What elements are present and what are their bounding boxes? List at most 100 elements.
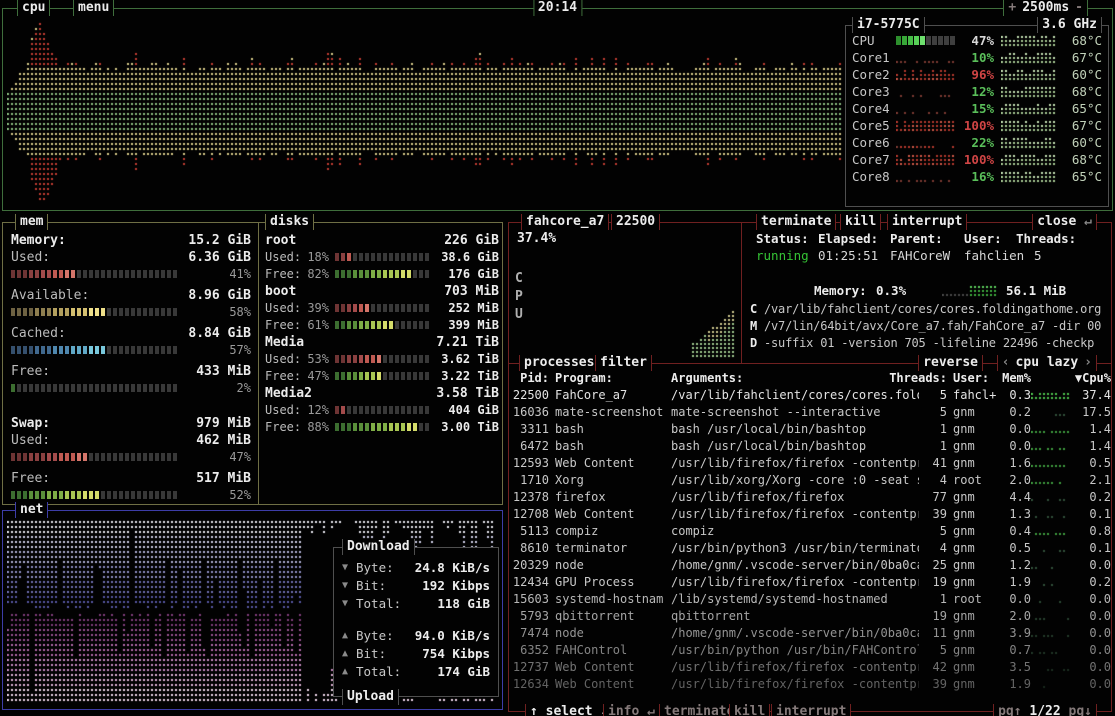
process-row[interactable]: 12634Web Content/usr/lib/firefox/firefox… — [509, 676, 1111, 693]
disk-stat-label: Used: — [265, 403, 305, 417]
meter-block — [359, 253, 363, 261]
process-cpu-percent: 0.1 — [1073, 506, 1111, 523]
terminate-button[interactable]: terminate — [756, 214, 836, 230]
pid-column-header[interactable]: Pid: — [509, 370, 549, 387]
meter-block — [65, 308, 69, 316]
meter-block — [341, 423, 345, 431]
mem-value: 462 MiB — [196, 433, 251, 449]
mem-row: Used:462 MiB — [11, 433, 251, 449]
disk-stat-value: 404 GiB — [439, 403, 499, 417]
core-usage-graph — [896, 119, 958, 132]
mem-disks-box: mem disks Memory:15.2 GiBUsed:6.36 GiB41… — [2, 222, 503, 505]
process-row[interactable]: 5113compizcompiz5gnm0.40.8 — [509, 523, 1111, 540]
meter-block — [353, 253, 357, 261]
process-row[interactable]: 12737Web Content/usr/lib/firefox/firefox… — [509, 659, 1111, 676]
process-row[interactable]: 12378firefox/usr/lib/firefox/firefox77gn… — [509, 489, 1111, 506]
info-button[interactable]: info ↵ — [603, 704, 660, 716]
process-row[interactable]: 20329node/home/gnm/.vscode-server/bin/0b… — [509, 557, 1111, 574]
process-row[interactable]: 22500FahCore_a7/var/lib/fahclient/cores/… — [509, 387, 1111, 404]
process-program: terminator — [549, 540, 667, 557]
meter-block — [83, 308, 87, 316]
select-control[interactable]: ↑ select ↓ — [525, 704, 613, 716]
core-usage-percent: 47% — [958, 33, 998, 48]
core-temp-graph — [998, 85, 1060, 98]
disk-stat-value: 252 MiB — [439, 301, 499, 315]
page-down-button[interactable]: pg↓ — [1069, 704, 1092, 716]
process-row[interactable]: 1710Xorg/usr/lib/xorg/Xorg -core :0 -sea… — [509, 472, 1111, 489]
meter-block — [65, 453, 69, 461]
meter-block — [389, 423, 393, 431]
process-row[interactable]: 7474node/home/gnm/.vscode-server/bin/0ba… — [509, 625, 1111, 642]
threads-column-header[interactable]: Threads: — [889, 370, 947, 387]
meter-block — [389, 253, 393, 261]
user-column-header[interactable]: User: — [947, 370, 999, 387]
download-arrow-icon: ▼ — [342, 562, 356, 573]
core-temp: 65°C — [1060, 101, 1102, 116]
process-row[interactable]: 15603systemd-hostnam/lib/systemd/systemd… — [509, 591, 1111, 608]
filter-button[interactable]: filter — [595, 355, 652, 371]
process-arguments: bash /usr/local/bin/bashtop — [667, 421, 919, 438]
sort-prev-button[interactable]: ‹ — [1002, 355, 1010, 370]
meter-block — [83, 491, 87, 499]
meter-block — [107, 491, 111, 499]
meter-block — [89, 346, 93, 354]
core-usage-percent: 100% — [958, 152, 998, 167]
process-row[interactable]: 6472bashbash /usr/local/bin/bashtop1gnm0… — [509, 438, 1111, 455]
meter-block — [401, 321, 405, 329]
program-column-header[interactable]: Program: — [549, 370, 667, 387]
process-row[interactable]: 3311bashbash /usr/local/bin/bashtop1gnm0… — [509, 421, 1111, 438]
meter-block — [395, 304, 399, 312]
interval-decrease-button[interactable]: - — [1075, 0, 1083, 15]
arrow-up-icon[interactable]: ↑ — [530, 704, 538, 716]
meter-block — [383, 406, 387, 414]
process-row[interactable]: 6352FAHControl/usr/bin/python /usr/bin/F… — [509, 642, 1111, 659]
mem-meter-percent: 47% — [229, 450, 251, 464]
mem-column-header[interactable]: Mem% — [999, 370, 1031, 387]
interrupt-button[interactable]: interrupt — [887, 214, 967, 230]
process-row[interactable]: 8610terminator/usr/bin/python3 /usr/bin/… — [509, 540, 1111, 557]
process-row[interactable]: 12434GPU Process/usr/lib/firefox/firefox… — [509, 574, 1111, 591]
core-usage-graph — [896, 170, 958, 183]
meter-block — [77, 491, 81, 499]
arguments-column-header[interactable]: Arguments: — [671, 370, 743, 387]
meter-block — [149, 491, 153, 499]
sort-next-button[interactable]: › — [1084, 355, 1092, 370]
page-up-button[interactable]: pg↑ — [998, 704, 1021, 716]
process-mem-percent: 0.2 — [999, 404, 1031, 421]
process-row[interactable]: 5793qbittorrentqbittorrent19gnm2.00.0 — [509, 608, 1111, 625]
process-threads: 19 — [919, 608, 947, 625]
meter — [335, 304, 429, 312]
core-usage-canvas — [896, 153, 956, 166]
meter-block — [125, 346, 129, 354]
meter-block — [29, 453, 33, 461]
process-user: gnm — [947, 625, 999, 642]
meter — [11, 346, 177, 354]
process-user: gnm — [947, 540, 999, 557]
close-button[interactable]: close ↵ — [1032, 214, 1097, 230]
core-usage-canvas — [896, 170, 956, 183]
footer-interrupt-button[interactable]: interrupt — [771, 704, 851, 716]
meter-block — [167, 346, 171, 354]
process-row[interactable]: 12708Web Content/usr/lib/firefox/firefox… — [509, 506, 1111, 523]
reverse-button[interactable]: reverse — [918, 355, 983, 371]
cpu-column-header[interactable]: ▼Cpu% — [1031, 370, 1111, 387]
process-row[interactable]: 16036mate-screenshotmate-screenshot --in… — [509, 404, 1111, 421]
process-user: gnm — [947, 523, 999, 540]
disk-stat-row: Used:18%38.6 GiB — [265, 250, 499, 264]
kill-button[interactable]: kill — [840, 214, 881, 230]
meter-block — [347, 253, 351, 261]
menu-button[interactable]: menu — [73, 0, 114, 16]
mem-box-title: mem — [15, 214, 48, 230]
meter-block — [125, 453, 129, 461]
process-cpu-mini-graph — [1031, 595, 1073, 605]
page-indicator: 1/22 — [1029, 704, 1060, 716]
meter-block — [95, 384, 99, 392]
core-usage-graph — [896, 51, 958, 64]
meter-block — [47, 453, 51, 461]
process-row[interactable]: 12593Web Content/usr/lib/firefox/firefox… — [509, 455, 1111, 472]
footer-terminate-button[interactable]: terminate — [659, 704, 739, 716]
download-arrow-icon: ▼ — [342, 580, 356, 591]
meter-block — [143, 308, 147, 316]
footer-kill-button[interactable]: kill — [729, 704, 770, 716]
meter-block — [143, 346, 147, 354]
